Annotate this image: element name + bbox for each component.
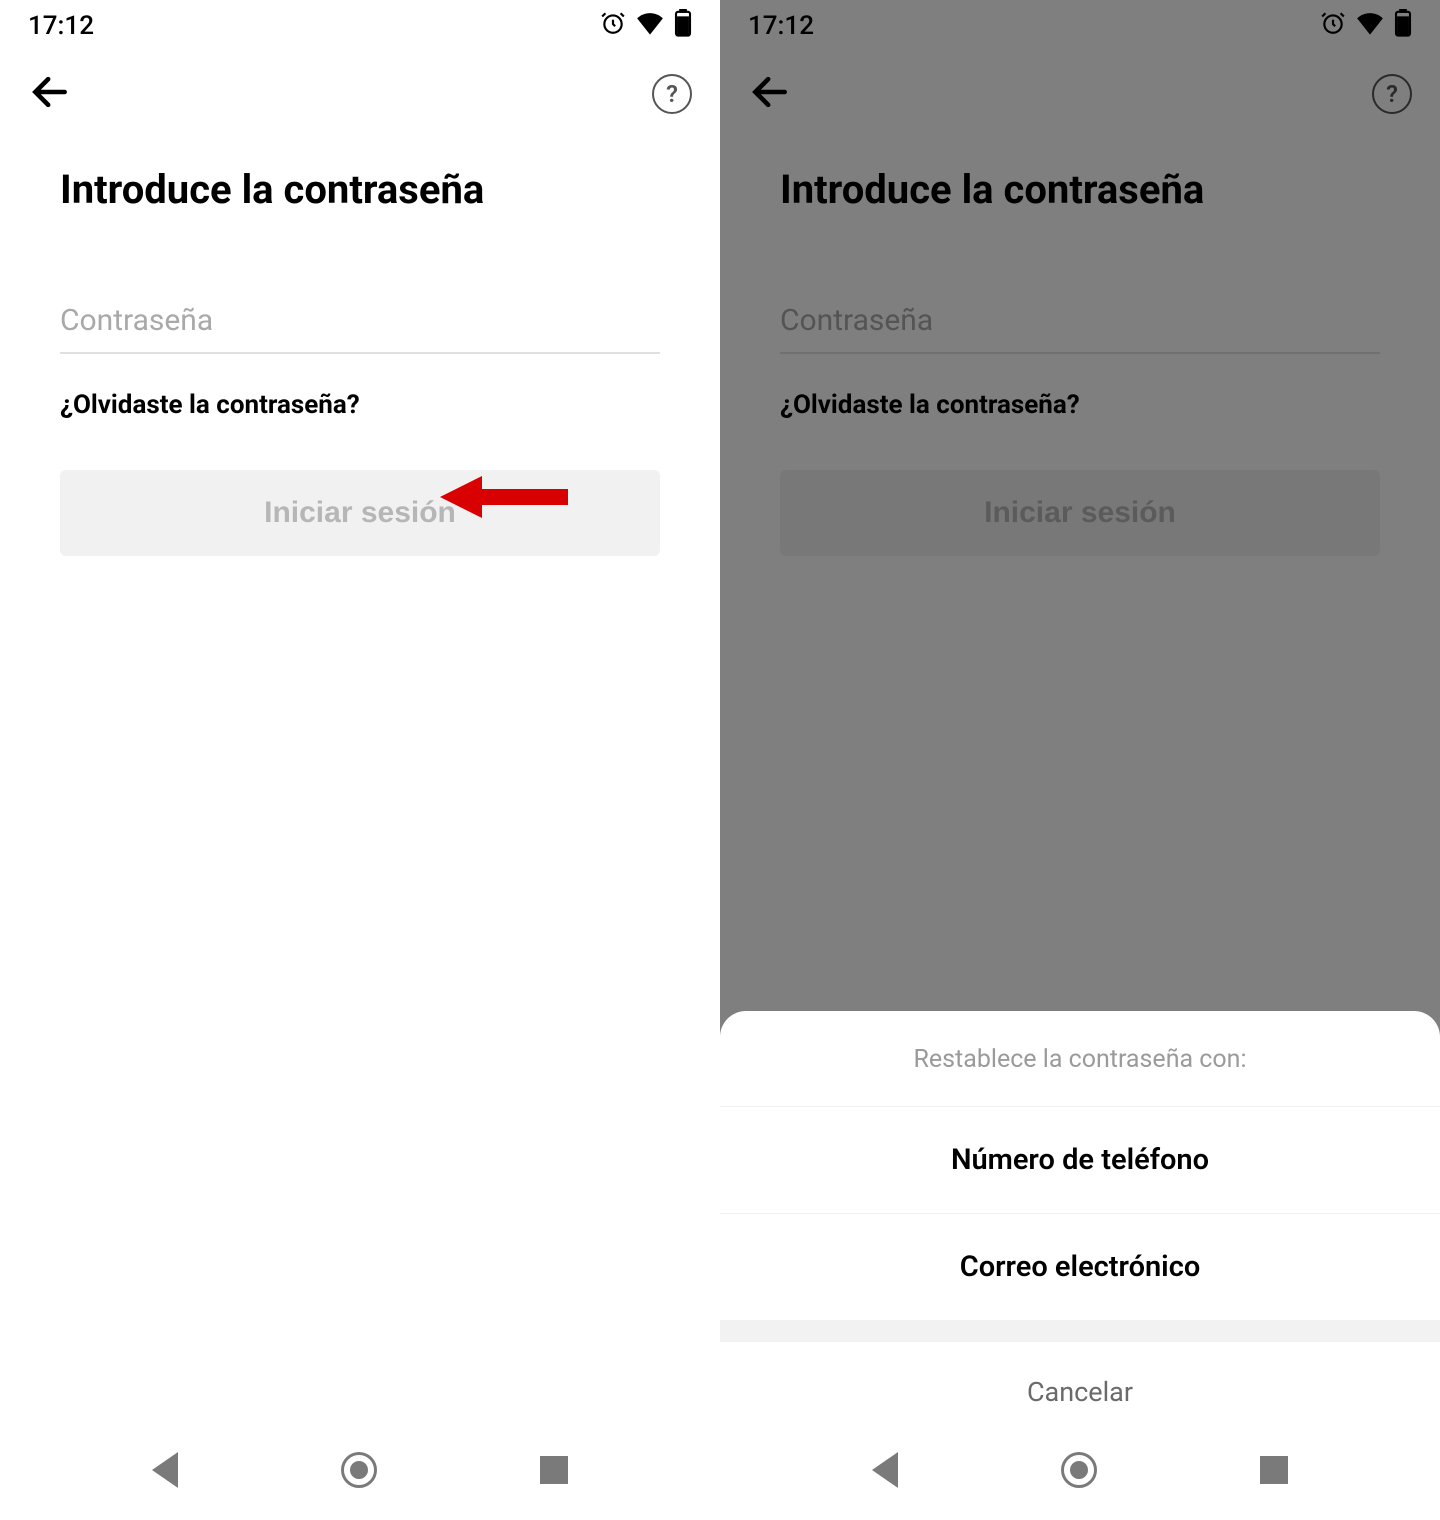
nav-back-icon[interactable]	[872, 1452, 898, 1488]
app-header: ?	[0, 52, 720, 126]
android-nav-bar	[720, 1430, 1440, 1520]
alarm-icon	[1320, 10, 1346, 43]
login-button[interactable]: Iniciar sesión	[60, 470, 660, 556]
reset-password-sheet: Restablece la contraseña con: Número de …	[720, 1011, 1440, 1430]
nav-back-icon[interactable]	[152, 1452, 178, 1488]
password-input[interactable]: Contraseña	[780, 303, 1380, 338]
alarm-icon	[600, 10, 626, 43]
nav-recent-icon[interactable]	[1260, 1456, 1288, 1484]
password-input[interactable]: Contraseña	[60, 303, 660, 338]
sheet-separator	[720, 1320, 1440, 1342]
sheet-option-phone[interactable]: Número de teléfono	[720, 1106, 1440, 1213]
app-header: ?	[720, 52, 1440, 126]
wifi-icon	[1356, 11, 1384, 42]
back-icon[interactable]	[28, 70, 72, 118]
forgot-password-link[interactable]: ¿Olvidaste la contraseña?	[780, 390, 1080, 420]
status-icons	[600, 9, 692, 44]
forgot-password-link[interactable]: ¿Olvidaste la contraseña?	[60, 390, 360, 420]
nav-recent-icon[interactable]	[540, 1456, 568, 1484]
wifi-icon	[636, 11, 664, 42]
login-button[interactable]: Iniciar sesión	[780, 470, 1380, 556]
status-bar: 17:12	[0, 0, 720, 52]
password-field-wrap: Contraseña	[780, 303, 1380, 354]
battery-icon	[1394, 9, 1412, 44]
phone-screen-left: 17:12 ? Introduce la contraseña Contrase…	[0, 0, 720, 1520]
password-field-wrap: Contraseña	[60, 303, 660, 354]
main-content: Introduce la contraseña Contraseña ¿Olvi…	[0, 126, 720, 1430]
sheet-option-email[interactable]: Correo electrónico	[720, 1213, 1440, 1320]
battery-icon	[674, 9, 692, 44]
status-time: 17:12	[28, 11, 94, 41]
annotation-arrow	[440, 472, 570, 522]
phone-screen-right: 17:12 ? Introduce la contraseña Contrase…	[720, 0, 1440, 1520]
nav-home-icon[interactable]	[1061, 1452, 1097, 1488]
back-icon[interactable]	[748, 70, 792, 118]
page-title: Introduce la contraseña	[780, 166, 1380, 213]
help-icon[interactable]: ?	[1372, 74, 1412, 114]
page-title: Introduce la contraseña	[60, 166, 660, 213]
android-nav-bar	[0, 1430, 720, 1520]
nav-home-icon[interactable]	[341, 1452, 377, 1488]
sheet-title: Restablece la contraseña con:	[720, 1045, 1440, 1106]
status-icons	[1320, 9, 1412, 44]
status-bar: 17:12	[720, 0, 1440, 52]
help-icon[interactable]: ?	[652, 74, 692, 114]
sheet-cancel-button[interactable]: Cancelar	[720, 1342, 1440, 1430]
status-time: 17:12	[748, 11, 814, 41]
